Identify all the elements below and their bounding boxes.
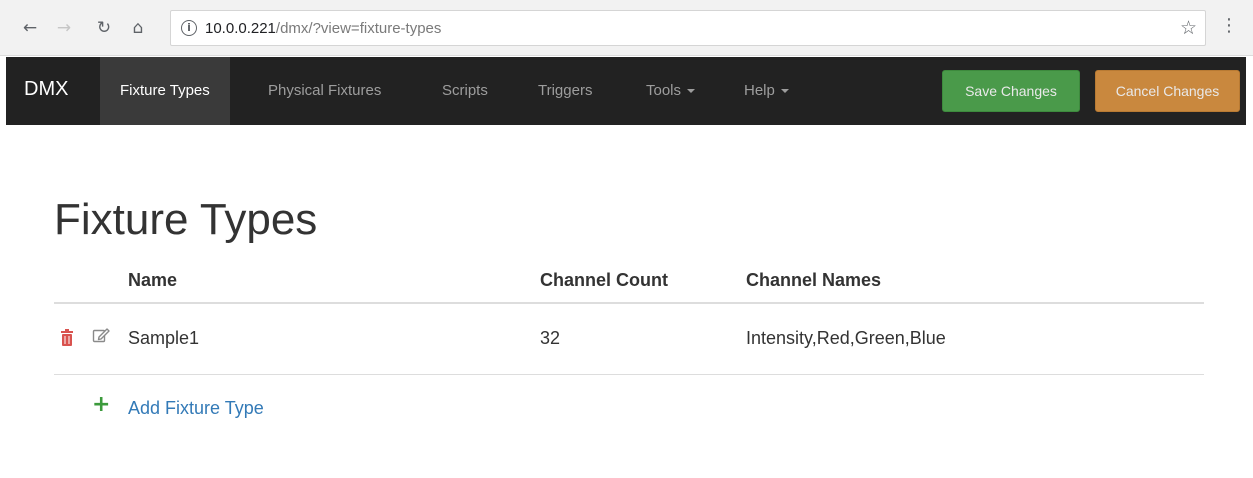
nav-fixture-types[interactable]: Fixture Types (100, 57, 230, 125)
brand-logo[interactable]: DMX (24, 78, 68, 101)
bookmark-star-icon[interactable]: ☆ (1180, 17, 1197, 39)
plus-icon[interactable]: + (92, 394, 110, 416)
nav-tools-label: Tools (646, 82, 682, 99)
add-fixture-type-link[interactable]: Add Fixture Type (128, 398, 264, 419)
nav-physical-fixtures-label: Physical Fixtures (268, 82, 382, 99)
header-name: Name (128, 270, 178, 290)
browser-toolbar: ← → ↻ ⌂ i 10.0.0.221/dmx/?view=fixture-t… (0, 0, 1253, 56)
page-title: Fixture Types (54, 195, 318, 244)
address-bar[interactable]: i 10.0.0.221/dmx/?view=fixture-types ☆ (170, 10, 1206, 46)
cell-channel-count: 32 (540, 328, 561, 348)
nav-triggers[interactable]: Triggers (538, 57, 592, 125)
app-navbar: DMX Fixture Types Physical Fixtures Scri… (6, 57, 1246, 125)
nav-tools-dropdown[interactable]: Tools (646, 57, 696, 125)
url-path: /dmx/?view=fixture-types (275, 20, 442, 37)
info-icon[interactable]: i (181, 20, 197, 36)
caret-down-icon (687, 89, 696, 94)
nav-scripts-label: Scripts (442, 82, 488, 99)
home-icon[interactable]: ⌂ (126, 16, 150, 40)
header-channel-count: Channel Count (540, 270, 668, 290)
header-divider (54, 302, 1204, 304)
caret-down-icon (780, 89, 789, 94)
cancel-changes-button[interactable]: Cancel Changes (1095, 70, 1240, 112)
nav-triggers-label: Triggers (538, 82, 593, 99)
header-channel-names: Channel Names (746, 270, 882, 290)
row-divider (54, 374, 1204, 375)
trash-icon[interactable] (60, 329, 74, 347)
nav-help-label: Help (744, 82, 775, 99)
cell-channel-names: Intensity,Red,Green,Blue (746, 328, 946, 348)
url-host: 10.0.0.221 (205, 20, 276, 37)
nav-fixture-types-label: Fixture Types (120, 82, 210, 99)
reload-icon[interactable]: ↻ (92, 16, 116, 40)
browser-menu-icon[interactable]: ⋮ (1220, 14, 1238, 38)
nav-help-dropdown[interactable]: Help (744, 57, 789, 125)
edit-icon[interactable] (92, 326, 110, 344)
cell-name: Sample1 (128, 328, 200, 348)
save-changes-button[interactable]: Save Changes (942, 70, 1080, 112)
url-text: 10.0.0.221/dmx/?view=fixture-types (205, 20, 441, 37)
back-arrow-icon[interactable]: ← (18, 16, 42, 40)
nav-physical-fixtures[interactable]: Physical Fixtures (268, 57, 381, 125)
nav-scripts[interactable]: Scripts (442, 57, 488, 125)
forward-arrow-icon[interactable]: → (52, 16, 76, 40)
